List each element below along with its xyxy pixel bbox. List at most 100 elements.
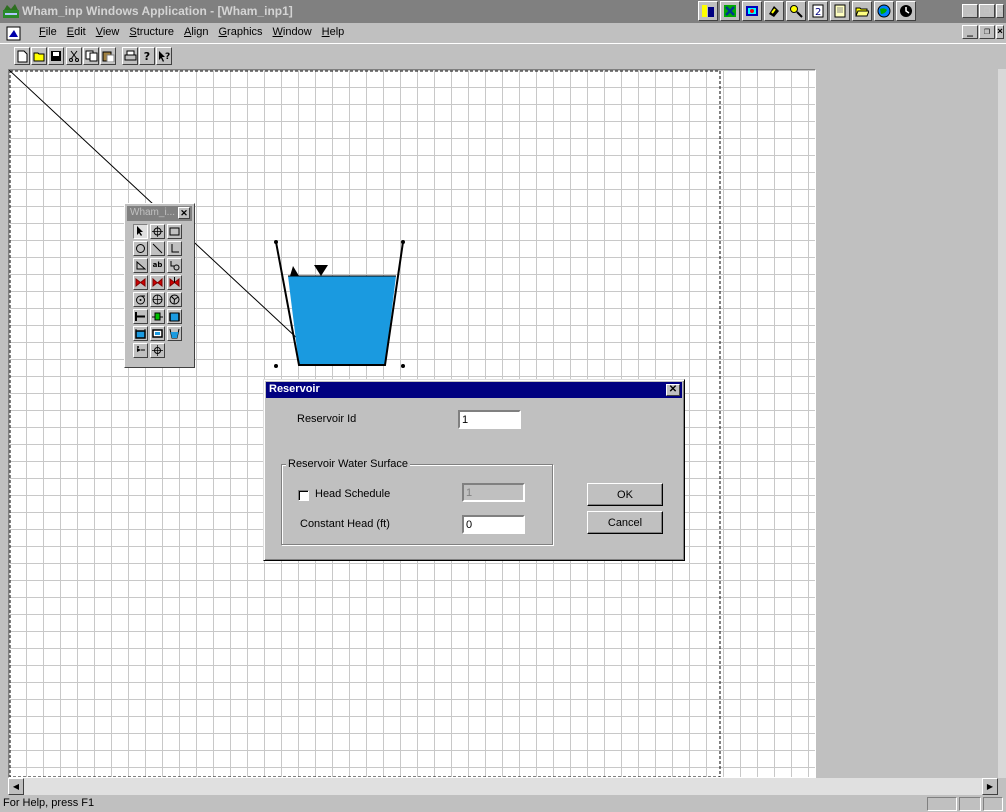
internet-icon[interactable] <box>874 1 894 21</box>
line-icon[interactable] <box>150 241 165 256</box>
status-pane-1 <box>927 797 957 811</box>
cancel-button[interactable]: Cancel <box>587 511 663 534</box>
cut-icon[interactable] <box>66 47 82 65</box>
close-button[interactable]: × <box>996 4 1004 18</box>
menu-items: File Edit View Structure Align Graphics … <box>34 26 349 38</box>
office-icon[interactable] <box>698 1 718 21</box>
menu-help[interactable]: Help <box>317 26 350 38</box>
menu-file-accel: F <box>39 26 46 38</box>
toolbar: ? ? <box>0 43 1006 68</box>
pipe-tee-icon[interactable] <box>133 309 148 324</box>
constant-head-input[interactable] <box>462 515 525 534</box>
fan-icon[interactable] <box>167 292 182 307</box>
status-pane-2 <box>959 797 981 811</box>
head-schedule-checkbox[interactable] <box>298 490 309 501</box>
open-folder-icon[interactable] <box>852 1 872 21</box>
context-help-icon[interactable]: ? <box>156 47 172 65</box>
turbine-icon[interactable] <box>150 292 165 307</box>
menu-window-accel: W <box>272 26 283 38</box>
menu-edit[interactable]: Edit <box>62 26 91 38</box>
node-icon[interactable] <box>150 224 165 239</box>
scroll-right-icon[interactable]: ▶ <box>982 778 998 795</box>
crosshair-tool-icon[interactable] <box>150 343 165 358</box>
menu-graphics-label: raphics <box>227 26 263 38</box>
menu-file-label: ile <box>45 26 57 38</box>
help-icon[interactable]: 2 <box>808 1 828 21</box>
surge-tank-blue-icon[interactable] <box>133 326 148 341</box>
document-window-icon[interactable] <box>6 26 22 41</box>
document-icon[interactable] <box>830 1 850 21</box>
dialog-title-bar[interactable]: Reservoir ✕ <box>266 382 682 398</box>
paste-icon[interactable] <box>100 47 116 65</box>
palette-title-bar[interactable]: Wham_i... ✕ <box>127 206 192 221</box>
menu-file[interactable]: File <box>34 26 62 38</box>
search-icon[interactable] <box>786 1 806 21</box>
office-shortcut-bar: 2 <box>698 1 916 22</box>
tank-blue-icon[interactable] <box>167 309 182 324</box>
menu-view-label: iew <box>102 26 120 38</box>
rectangle-icon[interactable] <box>167 224 182 239</box>
doc-close-button[interactable]: × <box>996 25 1004 39</box>
reservoir-id-input[interactable] <box>458 410 521 429</box>
binder-icon[interactable] <box>764 1 784 21</box>
status-text: For Help, press F1 <box>3 797 95 809</box>
doc-minimize-button[interactable]: _ <box>962 25 978 39</box>
junction-tool-icon[interactable] <box>167 258 182 273</box>
select-arrow-icon[interactable] <box>133 224 148 239</box>
circle-icon[interactable] <box>133 241 148 256</box>
pointer-tool-icon[interactable] <box>133 343 148 358</box>
toolbar-edit-group <box>66 47 117 67</box>
menu-view-accel: V <box>95 26 103 38</box>
scroll-left-icon[interactable]: ◀ <box>8 778 24 795</box>
open-file-icon[interactable] <box>31 47 47 65</box>
menu-window[interactable]: Window <box>268 26 317 38</box>
vertical-scrollbar[interactable] <box>998 69 1006 778</box>
valve-red-icon[interactable] <box>133 275 148 290</box>
schedule-icon[interactable] <box>742 1 762 21</box>
title-bar[interactable]: Wham_inp Windows Application - [Wham_inp… <box>0 0 1006 23</box>
menu-graphics-accel: G <box>218 26 228 38</box>
box-blue-icon[interactable] <box>150 326 165 341</box>
restore-button[interactable]: ❐ <box>979 4 995 18</box>
elbow-line-icon[interactable] <box>167 241 182 256</box>
excel-icon[interactable] <box>720 1 740 21</box>
pump-icon[interactable] <box>133 292 148 307</box>
window-caption-buttons: _ ❐ × <box>962 4 1004 18</box>
canvas-empty-area <box>816 69 998 778</box>
pipe-green-icon[interactable] <box>150 309 165 324</box>
text-tool-icon[interactable]: ab <box>150 258 165 273</box>
print-icon[interactable] <box>122 47 138 65</box>
menu-structure-label: tructure <box>136 26 175 38</box>
menu-edit-label: dit <box>74 26 86 38</box>
check-valve-red-icon[interactable] <box>150 275 165 290</box>
palette-close-icon[interactable]: ✕ <box>178 207 190 219</box>
svg-text:?: ? <box>165 52 170 62</box>
constant-head-label: Constant Head (ft) <box>300 518 390 530</box>
relief-valve-red-icon[interactable] <box>167 275 182 290</box>
horizontal-scrollbar[interactable]: ◀ ▶ <box>8 778 998 795</box>
dialog-close-icon[interactable]: ✕ <box>666 384 680 396</box>
new-file-icon[interactable] <box>14 47 30 65</box>
window-title: Wham_inp Windows Application - [Wham_inp… <box>22 4 293 18</box>
triangle-icon[interactable] <box>133 258 148 273</box>
clock-icon[interactable] <box>896 1 916 21</box>
head-schedule-input <box>462 483 525 502</box>
menu-graphics[interactable]: Graphics <box>213 26 267 38</box>
ok-button[interactable]: OK <box>587 483 663 506</box>
about-icon[interactable]: ? <box>139 47 155 65</box>
copy-icon[interactable] <box>83 47 99 65</box>
menu-align-label: lign <box>191 26 209 38</box>
menu-align[interactable]: Align <box>179 26 213 38</box>
menu-structure[interactable]: Structure <box>124 26 179 38</box>
menu-edit-accel: E <box>66 26 75 38</box>
svg-text:2: 2 <box>815 7 821 18</box>
save-icon[interactable] <box>48 47 64 65</box>
doc-restore-button[interactable]: ❐ <box>979 25 995 39</box>
menu-help-accel: H <box>321 26 330 38</box>
dialog-title: Reservoir <box>269 383 320 395</box>
menu-structure-accel: S <box>129 26 137 38</box>
reservoir-blue-icon[interactable] <box>167 326 182 341</box>
reservoir-symbol <box>274 240 405 368</box>
menu-view[interactable]: View <box>91 26 125 38</box>
minimize-button[interactable]: _ <box>962 4 978 18</box>
